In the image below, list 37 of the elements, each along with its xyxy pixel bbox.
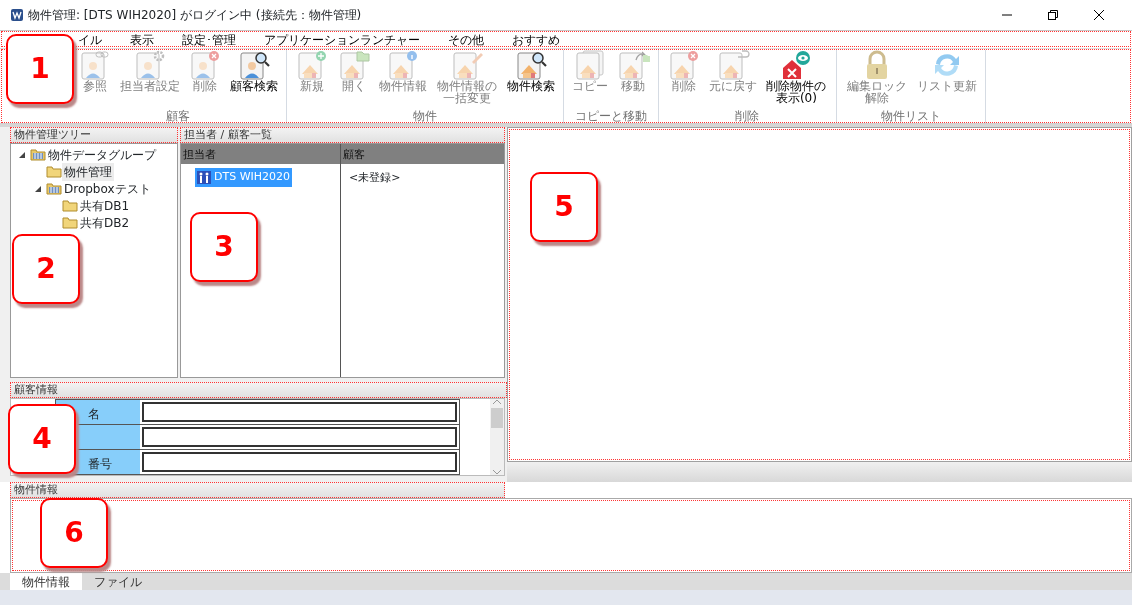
- panel-title: 顧客情報: [10, 382, 507, 398]
- menu-item[interactable]: イル: [78, 30, 102, 49]
- tab[interactable]: 物件情報: [10, 573, 82, 590]
- callout-label: 3: [190, 212, 258, 282]
- tree-item[interactable]: 共有DB1: [78, 196, 132, 215]
- field-label: 番号: [88, 456, 112, 473]
- tree-item[interactable]: 物件管理: [62, 162, 114, 181]
- tree-item[interactable]: 共有DB2: [78, 213, 132, 232]
- callout-label: 5: [530, 172, 598, 242]
- panel-title: 担当者 / 顧客一覧: [180, 127, 505, 143]
- ribbon-button[interactable]: 顧客検索: [228, 50, 280, 110]
- menu-item[interactable]: おすすめ: [512, 30, 560, 49]
- ribbon-group-label: 物件リスト: [880, 109, 942, 123]
- callout-label: 2: [12, 234, 80, 304]
- tree-item[interactable]: 物件データグループ: [46, 145, 158, 164]
- ribbon-button[interactable]: 削除物件の表示(0): [762, 50, 831, 110]
- field-label: 名: [88, 406, 100, 423]
- ribbon-group-label: 削除: [734, 109, 761, 123]
- panel-title: 物件管理ツリー: [10, 127, 178, 143]
- ribbon-group-label: コピーと移動: [573, 109, 648, 123]
- callout-label: 4: [8, 404, 76, 474]
- menu-item[interactable]: アプリケーションランチャー: [264, 30, 420, 49]
- menu-item[interactable]: その他: [448, 30, 484, 49]
- callout-label: 6: [40, 498, 108, 568]
- ribbon-group-label: 顧客: [165, 109, 191, 123]
- window-title: 物件管理: [DTS WIH2020] がログイン中 (接続先：物件管理): [28, 7, 362, 24]
- ribbon-button[interactable]: 物件検索: [504, 50, 557, 110]
- tree-item[interactable]: Dropboxテスト: [62, 179, 153, 198]
- menu-item[interactable]: 設定･管理: [182, 30, 236, 49]
- ribbon-group-label: 物件: [411, 109, 438, 123]
- panel-title: 物件情報: [10, 482, 505, 498]
- table-cell-text: <未登録>: [348, 170, 402, 186]
- table-cell-text: DTS WIH2020: [214, 169, 291, 185]
- menu-item[interactable]: 表示: [130, 30, 154, 49]
- column-header[interactable]: 担当者: [181, 144, 341, 164]
- callout-label: 1: [6, 34, 74, 104]
- column-header[interactable]: 顧客: [341, 144, 367, 164]
